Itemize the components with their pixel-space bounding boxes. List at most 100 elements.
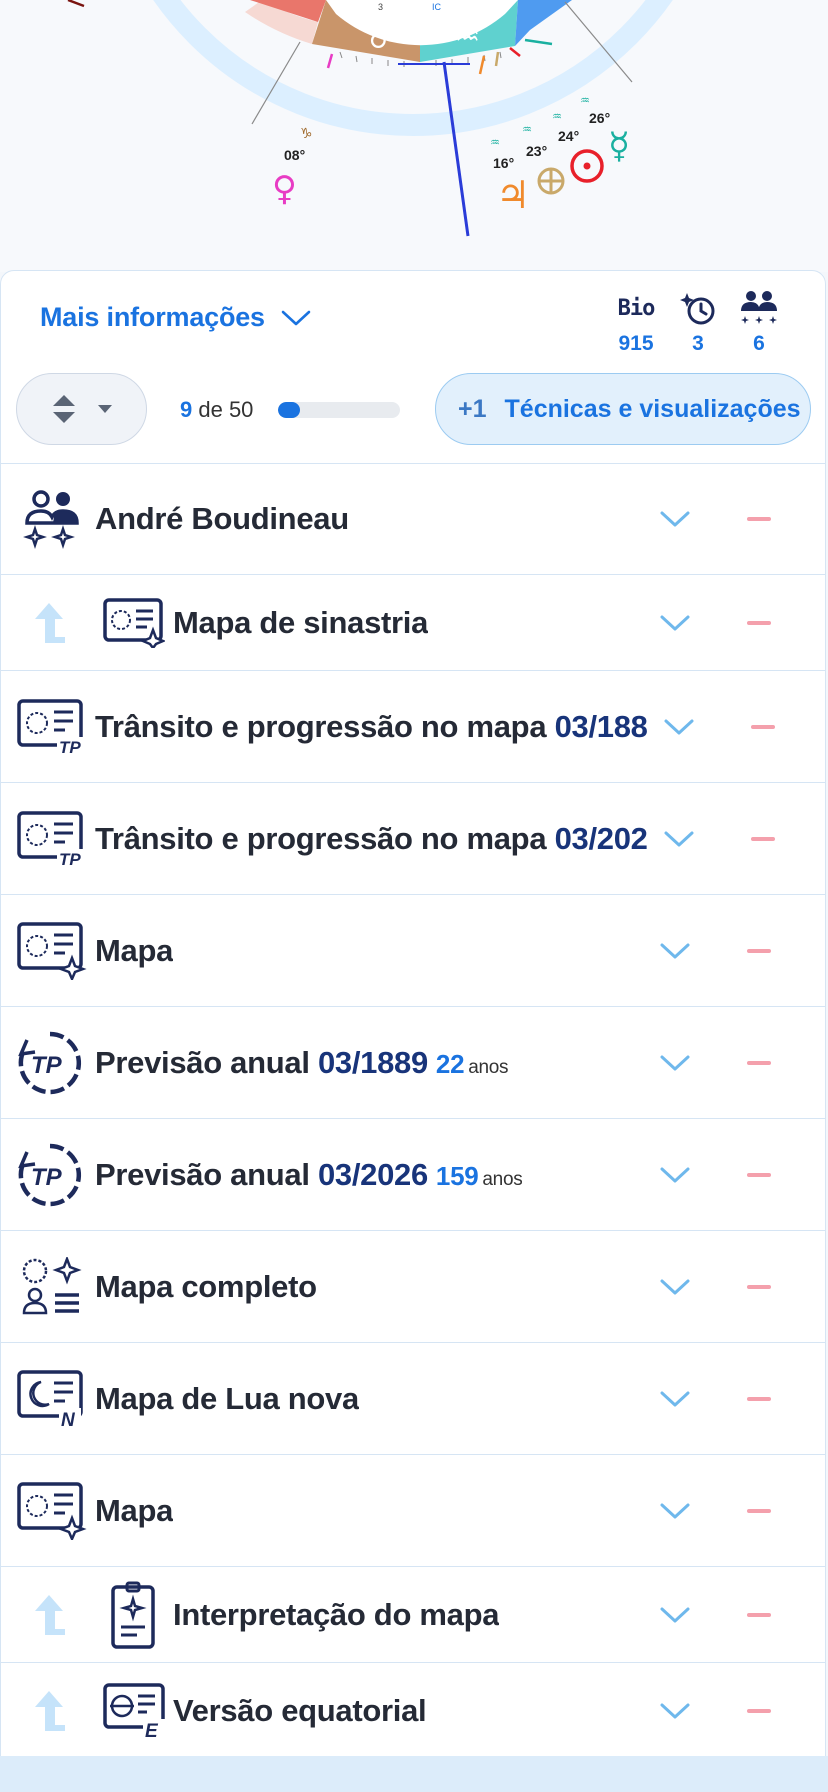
stat-people[interactable]: 6: [729, 288, 789, 356]
svg-text:TP: TP: [59, 850, 81, 867]
list-item-equatorial[interactable]: E Versão equatorial: [0, 1663, 826, 1759]
house-3-label: 3: [378, 2, 383, 12]
list-item-title: Previsão anual 03/2026 159 anos: [95, 1156, 523, 1192]
transit-chart-icon: TP: [17, 698, 87, 755]
more-info-toggle[interactable]: Mais informações: [40, 302, 311, 333]
expand-chevron-icon[interactable]: [663, 829, 695, 849]
chart-icon: [17, 1481, 87, 1540]
remove-button[interactable]: [747, 1284, 771, 1289]
stat-bio-value: 915: [618, 332, 654, 355]
expand-chevron-icon[interactable]: [663, 717, 695, 737]
remove-button[interactable]: [747, 948, 771, 953]
remove-button[interactable]: [751, 836, 775, 841]
item-count: 9 de 50: [180, 397, 253, 423]
list-item-title: Previsão anual 03/1889 22 anos: [95, 1044, 509, 1080]
list-item-annual-forecast[interactable]: TP Previsão anual 03/2026 159 anos: [0, 1119, 826, 1231]
expand-chevron-icon[interactable]: [659, 509, 691, 529]
list-item-complete-chart[interactable]: Mapa completo: [0, 1231, 826, 1343]
aq-small-3: ♒: [552, 111, 562, 123]
list-item-title: Mapa completo: [95, 1268, 317, 1304]
expand-chevron-icon[interactable]: [659, 1053, 691, 1073]
astro-chart[interactable]: ♉ ♒ 3 IC ♑ 08° ♀ ♒ ♒ ♒ ♒ 16° 23° 24° 26°…: [0, 0, 828, 272]
expand-chevron-icon[interactable]: [659, 1165, 691, 1185]
annual-forecast-icon: TP: [18, 1031, 82, 1094]
part-of-fortune-glyph: [537, 167, 565, 195]
list-item-title: André Boudineau: [95, 501, 349, 536]
pof-degree: 23°: [526, 143, 547, 159]
expand-chevron-icon[interactable]: [659, 1389, 691, 1409]
techniques-button[interactable]: +1 Técnicas e visualizações: [435, 373, 811, 445]
stat-bio[interactable]: Bio 915: [606, 288, 666, 356]
svg-text:E: E: [145, 1721, 159, 1739]
techniques-label: Técnicas e visualizações: [504, 394, 801, 423]
history-icon: [680, 293, 715, 325]
list-item-title: Mapa de sinastria: [173, 604, 429, 640]
list-item-synastry[interactable]: Mapa de sinastria: [0, 575, 826, 671]
aq-small-1: ♒: [490, 137, 500, 149]
venus-degree: 08°: [284, 147, 305, 163]
aquarius-glyph: ♒: [455, 19, 480, 52]
chart-list: André Boudineau Mapa de sinastria TP Trâ…: [0, 463, 828, 1759]
expand-chevron-icon[interactable]: [659, 1501, 691, 1521]
remove-button[interactable]: [747, 1396, 771, 1401]
count-current: 9: [180, 397, 193, 422]
list-item-title: Mapa de Lua nova: [95, 1380, 359, 1416]
expand-chevron-icon[interactable]: [659, 613, 691, 633]
remove-button[interactable]: [747, 620, 771, 625]
taurus-glyph: ♉: [365, 21, 392, 56]
list-item-title: Trânsito e progressão no mapa 03/1889: [95, 708, 647, 744]
list-item-new-moon[interactable]: N Mapa de Lua nova: [0, 1343, 826, 1455]
expand-chevron-icon[interactable]: [659, 941, 691, 961]
svg-text:N: N: [61, 1410, 76, 1428]
stat-history[interactable]: 3: [668, 288, 728, 356]
stat-people-value: 6: [753, 332, 765, 355]
list-item-title: Versão equatorial: [173, 1692, 427, 1728]
list-item-chart[interactable]: Mapa: [0, 1455, 826, 1567]
nested-arrow-icon: [35, 602, 65, 643]
expand-chevron-icon[interactable]: [659, 1277, 691, 1297]
ic-label: IC: [432, 2, 442, 12]
remove-button[interactable]: [747, 1612, 771, 1617]
list-item-interpretation[interactable]: Interpretação do mapa: [0, 1567, 826, 1663]
remove-button[interactable]: [747, 1708, 771, 1713]
progress-bar: [278, 402, 400, 418]
expand-chevron-icon[interactable]: [659, 1605, 691, 1625]
remove-button[interactable]: [747, 1508, 771, 1513]
count-total: de 50: [192, 397, 254, 422]
list-item-person[interactable]: André Boudineau: [0, 463, 826, 575]
equatorial-chart-icon: E: [103, 1682, 165, 1739]
list-item-title: Mapa: [95, 932, 174, 968]
remove-button[interactable]: [747, 1172, 771, 1177]
jupiter-degree: 16°: [493, 155, 514, 171]
more-info-label: Mais informações: [40, 302, 265, 332]
tick-mercury: [524, 38, 553, 46]
list-item-transit[interactable]: TP Trânsito e progressão no mapa 03/1889: [0, 671, 826, 783]
tick-jupiter: [478, 55, 486, 75]
ic-axis-line: [442, 61, 470, 237]
remove-button[interactable]: [747, 517, 771, 521]
list-item-transit[interactable]: TP Trânsito e progressão no mapa 03/2026: [0, 783, 826, 895]
bottom-strip: [0, 1756, 828, 1792]
jupiter-glyph: ♃: [496, 173, 530, 217]
transit-chart-icon: TP: [17, 810, 87, 867]
sort-icon: [52, 395, 75, 423]
list-item-title: Interpretação do mapa: [173, 1596, 500, 1632]
aq-small-4: ♒: [580, 95, 590, 107]
list-item-chart[interactable]: Mapa: [0, 895, 826, 1007]
list-item-annual-forecast[interactable]: TP Previsão anual 03/1889 22 anos: [0, 1007, 826, 1119]
list-item-title: Mapa: [95, 1492, 174, 1528]
svg-text:TP: TP: [31, 1164, 63, 1191]
techniques-count: +1: [458, 394, 487, 423]
list-item-title: Trânsito e progressão no mapa 03/2026: [95, 820, 647, 856]
new-moon-chart-icon: N: [17, 1369, 83, 1428]
sort-dropdown[interactable]: [16, 373, 147, 445]
synastry-chart-icon: [103, 597, 165, 648]
nested-arrow-icon: [35, 1690, 65, 1731]
expand-chevron-icon[interactable]: [659, 1701, 691, 1721]
annual-forecast-icon: TP: [18, 1143, 82, 1206]
remove-button[interactable]: [747, 1060, 771, 1065]
remove-button[interactable]: [751, 724, 775, 729]
complete-chart-icon: [22, 1256, 82, 1314]
bio-icon: Bio: [617, 295, 656, 321]
capricorn-glyph: ♑: [300, 125, 313, 141]
